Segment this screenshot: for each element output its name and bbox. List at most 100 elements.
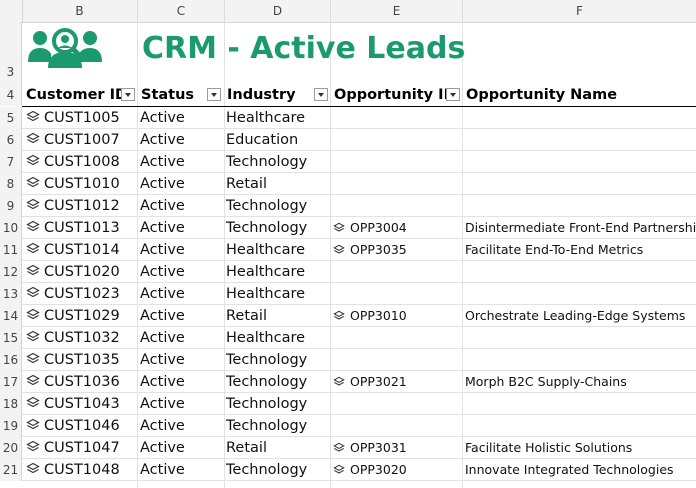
table-row[interactable]: CUST1046 Active Technology: [22, 415, 696, 437]
industry-cell[interactable]: Technology: [226, 217, 307, 239]
industry-cell[interactable]: Healthcare: [226, 283, 305, 305]
linked-data-icon[interactable]: [333, 219, 345, 232]
status-cell[interactable]: Active: [140, 349, 185, 371]
industry-cell[interactable]: Technology: [226, 415, 307, 437]
status-cell[interactable]: Active: [140, 129, 185, 151]
table-row[interactable]: CUST1005 Active Healthcare: [22, 107, 696, 129]
opportunity-name-cell[interactable]: Disintermediate Front-End Partnershi: [465, 217, 696, 239]
status-cell[interactable]: Active: [140, 283, 185, 305]
status-cell[interactable]: Active: [140, 437, 185, 459]
opportunity-id-cell[interactable]: OPP3010: [333, 305, 407, 327]
customer-id-cell[interactable]: CUST1029: [26, 305, 120, 327]
industry-cell[interactable]: Technology: [226, 393, 307, 415]
row-header[interactable]: 5: [0, 107, 22, 129]
row-header[interactable]: 11: [0, 239, 22, 261]
customer-id-cell[interactable]: CUST1035: [26, 349, 120, 371]
row-header[interactable]: 16: [0, 349, 22, 371]
linked-data-icon[interactable]: [26, 219, 40, 233]
row-header-4[interactable]: 4: [0, 84, 22, 106]
table-row[interactable]: CUST1012 Active Technology: [22, 195, 696, 217]
customer-id-cell[interactable]: CUST1007: [26, 129, 120, 151]
opportunity-id-cell[interactable]: OPP3020: [333, 459, 407, 481]
status-cell[interactable]: Active: [140, 327, 185, 349]
column-header-f[interactable]: F: [463, 0, 696, 22]
table-row[interactable]: CUST1020 Active Healthcare: [22, 261, 696, 283]
customer-id-cell[interactable]: CUST1047: [26, 437, 120, 459]
customer-id-cell[interactable]: CUST1048: [26, 459, 120, 481]
opportunity-id-cell[interactable]: OPP3004: [333, 217, 407, 239]
table-row[interactable]: CUST1014 Active Healthcare OPP3035 Facilitat…: [22, 239, 696, 261]
customer-id-cell[interactable]: CUST1012: [26, 195, 120, 217]
row-header[interactable]: 10: [0, 217, 22, 239]
industry-cell[interactable]: Retail: [226, 437, 267, 459]
linked-data-icon[interactable]: [26, 417, 40, 431]
customer-id-cell[interactable]: CUST1008: [26, 151, 120, 173]
opportunity-id-cell[interactable]: OPP3035: [333, 239, 407, 261]
linked-data-icon[interactable]: [26, 395, 40, 409]
linked-data-icon[interactable]: [26, 175, 40, 189]
industry-cell[interactable]: Technology: [226, 371, 307, 393]
linked-data-icon[interactable]: [26, 439, 40, 453]
column-header-b[interactable]: B: [22, 0, 138, 22]
table-row[interactable]: CUST1036 Active Technology OPP3021 Morph B2C…: [22, 371, 696, 393]
linked-data-icon[interactable]: [26, 109, 40, 123]
filter-dropdown-customer-id[interactable]: [121, 88, 135, 101]
status-cell[interactable]: Active: [140, 415, 185, 437]
customer-id-cell[interactable]: CUST1010: [26, 173, 120, 195]
table-row[interactable]: CUST1035 Active Technology: [22, 349, 696, 371]
customer-id-cell[interactable]: CUST1032: [26, 327, 120, 349]
row-header[interactable]: 12: [0, 261, 22, 283]
row-header[interactable]: 6: [0, 129, 22, 151]
column-header-d[interactable]: D: [225, 0, 331, 22]
status-cell[interactable]: Active: [140, 195, 185, 217]
table-row[interactable]: CUST1007 Active Education: [22, 129, 696, 151]
table-row[interactable]: CUST1032 Active Healthcare: [22, 327, 696, 349]
industry-cell[interactable]: Technology: [226, 349, 307, 371]
industry-cell[interactable]: Retail: [226, 305, 267, 327]
status-cell[interactable]: Active: [140, 459, 185, 481]
industry-cell[interactable]: Healthcare: [226, 107, 305, 129]
customer-id-cell[interactable]: CUST1023: [26, 283, 120, 305]
row-header[interactable]: 19: [0, 415, 22, 437]
opportunity-name-cell[interactable]: Orchestrate Leading-Edge Systems: [465, 305, 685, 327]
opportunity-id-cell[interactable]: OPP3031: [333, 437, 407, 459]
linked-data-icon[interactable]: [333, 241, 345, 254]
linked-data-icon[interactable]: [26, 153, 40, 167]
status-cell[interactable]: Active: [140, 371, 185, 393]
industry-cell[interactable]: Technology: [226, 151, 307, 173]
table-row[interactable]: CUST1023 Active Healthcare: [22, 283, 696, 305]
table-row[interactable]: CUST1029 Active Retail OPP3010 Orchestrate L…: [22, 305, 696, 327]
column-header-e[interactable]: E: [331, 0, 463, 22]
row-header[interactable]: 7: [0, 151, 22, 173]
row-header-3[interactable]: 3: [0, 22, 22, 84]
industry-cell[interactable]: Education: [226, 129, 298, 151]
row-header[interactable]: 13: [0, 283, 22, 305]
status-cell[interactable]: Active: [140, 107, 185, 129]
row-header[interactable]: 17: [0, 371, 22, 393]
opportunity-name-cell[interactable]: Innovate Integrated Technologies: [465, 459, 674, 481]
customer-id-cell[interactable]: CUST1020: [26, 261, 120, 283]
row-header[interactable]: 15: [0, 327, 22, 349]
opportunity-name-cell[interactable]: Facilitate Holistic Solutions: [465, 437, 632, 459]
table-row[interactable]: CUST1047 Active Retail OPP3031 Facilitate Ho…: [22, 437, 696, 459]
linked-data-icon[interactable]: [26, 241, 40, 255]
row-header[interactable]: 9: [0, 195, 22, 217]
column-header-c[interactable]: C: [138, 0, 225, 22]
table-row[interactable]: CUST1013 Active Technology OPP3004 Disinterm…: [22, 217, 696, 239]
linked-data-icon[interactable]: [333, 373, 345, 386]
filter-dropdown-status[interactable]: [207, 88, 221, 101]
linked-data-icon[interactable]: [26, 263, 40, 277]
industry-cell[interactable]: Technology: [226, 195, 307, 217]
status-cell[interactable]: Active: [140, 151, 185, 173]
table-row[interactable]: CUST1008 Active Technology: [22, 151, 696, 173]
industry-cell[interactable]: Healthcare: [226, 239, 305, 261]
customer-id-cell[interactable]: CUST1014: [26, 239, 120, 261]
customer-id-cell[interactable]: CUST1043: [26, 393, 120, 415]
linked-data-icon[interactable]: [26, 329, 40, 343]
opportunity-name-cell[interactable]: Facilitate End-To-End Metrics: [465, 239, 643, 261]
linked-data-icon[interactable]: [26, 197, 40, 211]
status-cell[interactable]: Active: [140, 393, 185, 415]
linked-data-icon[interactable]: [26, 285, 40, 299]
row-header[interactable]: 20: [0, 437, 22, 459]
filter-dropdown-opportunity-id[interactable]: [446, 88, 460, 101]
